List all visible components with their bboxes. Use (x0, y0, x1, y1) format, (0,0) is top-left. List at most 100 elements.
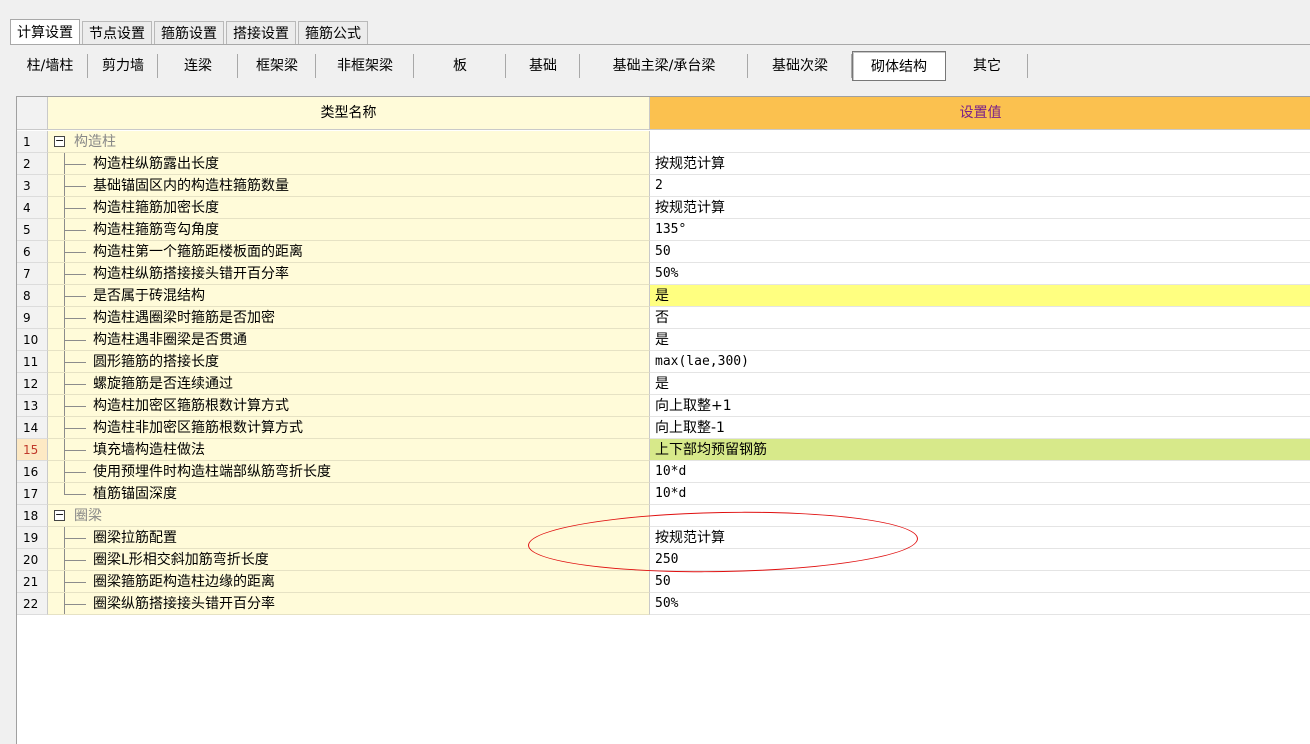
header-setting-value[interactable]: 设置值 (650, 97, 1310, 130)
setting-value-cell[interactable]: 50 (650, 241, 1310, 263)
row-number[interactable]: 8 (17, 285, 48, 307)
setting-value-cell[interactable]: 向上取整+1 (650, 395, 1310, 417)
setting-value-cell[interactable]: 按规范计算 (650, 527, 1310, 549)
setting-value-cell[interactable] (650, 505, 1310, 527)
type-name-cell[interactable]: 螺旋箍筋是否连续通过 (48, 373, 650, 395)
group-row[interactable]: 1− 构造柱 (17, 131, 1310, 153)
subtab-nonframe-beam[interactable]: 非框架梁 (316, 51, 414, 81)
type-name-cell[interactable]: 构造柱纵筋露出长度 (48, 153, 650, 175)
type-name-cell[interactable]: − 构造柱 (48, 131, 650, 153)
setting-value-cell[interactable]: 50 (650, 571, 1310, 593)
subtab-foundation-secondary-beam[interactable]: 基础次梁 (748, 51, 852, 81)
table-row[interactable]: 5 构造柱箍筋弯勾角度 135° (17, 219, 1310, 241)
row-number[interactable]: 11 (17, 351, 48, 373)
setting-value-cell[interactable]: 50% (650, 593, 1310, 615)
setting-value-cell[interactable]: 是 (650, 373, 1310, 395)
row-number[interactable]: 6 (17, 241, 48, 263)
tab-stirrup-formula[interactable]: 箍筋公式 (298, 21, 368, 45)
table-row[interactable]: 17 植筋锚固深度 10*d (17, 483, 1310, 505)
tab-node-settings[interactable]: 节点设置 (82, 21, 152, 45)
table-row[interactable]: 9 构造柱遇圈梁时箍筋是否加密 否 (17, 307, 1310, 329)
setting-value-cell[interactable]: 上下部均预留钢筋 (650, 439, 1310, 461)
setting-value-cell[interactable]: 2 (650, 175, 1310, 197)
type-name-cell[interactable]: 圈梁拉筋配置 (48, 527, 650, 549)
setting-value-cell[interactable]: 按规范计算 (650, 153, 1310, 175)
row-number[interactable]: 3 (17, 175, 48, 197)
subtab-column[interactable]: 柱/墙柱 (12, 51, 88, 81)
row-number[interactable]: 5 (17, 219, 48, 241)
table-row[interactable]: 14 构造柱非加密区箍筋根数计算方式 向上取整-1 (17, 417, 1310, 439)
setting-value-cell[interactable]: 是 (650, 285, 1310, 307)
row-number[interactable]: 9 (17, 307, 48, 329)
table-row[interactable]: 6 构造柱第一个箍筋距楼板面的距离 50 (17, 241, 1310, 263)
row-number[interactable]: 12 (17, 373, 48, 395)
type-name-cell[interactable]: 圈梁纵筋搭接接头错开百分率 (48, 593, 650, 615)
collapse-icon[interactable]: − (54, 509, 65, 521)
row-number[interactable]: 15 (17, 439, 48, 461)
row-number[interactable]: 16 (17, 461, 48, 483)
table-row[interactable]: 16 使用预埋件时构造柱端部纵筋弯折长度 10*d (17, 461, 1310, 483)
setting-value-cell[interactable]: 50% (650, 263, 1310, 285)
setting-value-cell[interactable]: 10*d (650, 483, 1310, 505)
setting-value-cell[interactable]: 135° (650, 219, 1310, 241)
subtab-foundation[interactable]: 基础 (506, 51, 580, 81)
row-number[interactable]: 20 (17, 549, 48, 571)
type-name-cell[interactable]: 圆形箍筋的搭接长度 (48, 351, 650, 373)
type-name-cell[interactable]: 构造柱遇圈梁时箍筋是否加密 (48, 307, 650, 329)
type-name-cell[interactable]: 构造柱箍筋加密长度 (48, 197, 650, 219)
table-row[interactable]: 7 构造柱纵筋搭接接头错开百分率 50% (17, 263, 1310, 285)
type-name-cell[interactable]: 构造柱纵筋搭接接头错开百分率 (48, 263, 650, 285)
subtab-coupling-beam[interactable]: 连梁 (158, 51, 238, 81)
tab-lap-settings[interactable]: 搭接设置 (226, 21, 296, 45)
row-number[interactable]: 17 (17, 483, 48, 505)
table-row[interactable]: 2 构造柱纵筋露出长度 按规范计算 (17, 153, 1310, 175)
type-name-cell[interactable]: 基础锚固区内的构造柱箍筋数量 (48, 175, 650, 197)
setting-value-cell[interactable]: 否 (650, 307, 1310, 329)
row-number[interactable]: 19 (17, 527, 48, 549)
setting-value-cell[interactable]: 10*d (650, 461, 1310, 483)
row-number[interactable]: 4 (17, 197, 48, 219)
tab-calc-settings[interactable]: 计算设置 (10, 19, 80, 45)
table-row[interactable]: 21 圈梁箍筋距构造柱边缘的距离 50 (17, 571, 1310, 593)
row-number[interactable]: 7 (17, 263, 48, 285)
type-name-cell[interactable]: 是否属于砖混结构 (48, 285, 650, 307)
table-row[interactable]: 15 填充墙构造柱做法 上下部均预留钢筋 (17, 439, 1310, 461)
table-row[interactable]: 11 圆形箍筋的搭接长度 max(lae,300) (17, 351, 1310, 373)
table-row[interactable]: 22 圈梁纵筋搭接接头错开百分率 50% (17, 593, 1310, 615)
row-number[interactable]: 1 (17, 131, 48, 153)
type-name-cell[interactable]: 构造柱遇非圈梁是否贯通 (48, 329, 650, 351)
setting-value-cell[interactable] (650, 131, 1310, 153)
type-name-cell[interactable]: 构造柱箍筋弯勾角度 (48, 219, 650, 241)
collapse-icon[interactable]: − (54, 135, 65, 147)
type-name-cell[interactable]: − 圈梁 (48, 505, 650, 527)
type-name-cell[interactable]: 构造柱非加密区箍筋根数计算方式 (48, 417, 650, 439)
row-number[interactable]: 10 (17, 329, 48, 351)
subtab-other[interactable]: 其它 (946, 51, 1028, 81)
type-name-cell[interactable]: 圈梁箍筋距构造柱边缘的距离 (48, 571, 650, 593)
table-row[interactable]: 4 构造柱箍筋加密长度 按规范计算 (17, 197, 1310, 219)
row-number[interactable]: 21 (17, 571, 48, 593)
table-row[interactable]: 12 螺旋箍筋是否连续通过 是 (17, 373, 1310, 395)
row-number[interactable]: 14 (17, 417, 48, 439)
row-number[interactable]: 2 (17, 153, 48, 175)
table-row[interactable]: 19 圈梁拉筋配置 按规范计算 (17, 527, 1310, 549)
type-name-cell[interactable]: 构造柱第一个箍筋距楼板面的距离 (48, 241, 650, 263)
setting-value-cell[interactable]: 按规范计算 (650, 197, 1310, 219)
group-row[interactable]: 18− 圈梁 (17, 505, 1310, 527)
row-number[interactable]: 22 (17, 593, 48, 615)
subtab-frame-beam[interactable]: 框架梁 (238, 51, 316, 81)
table-row[interactable]: 13 构造柱加密区箍筋根数计算方式 向上取整+1 (17, 395, 1310, 417)
setting-value-cell[interactable]: 是 (650, 329, 1310, 351)
subtab-slab[interactable]: 板 (414, 51, 506, 81)
subtab-shear-wall[interactable]: 剪力墙 (88, 51, 158, 81)
tab-stirrup-settings[interactable]: 箍筋设置 (154, 21, 224, 45)
table-row[interactable]: 8 是否属于砖混结构 是 (17, 285, 1310, 307)
setting-value-cell[interactable]: 向上取整-1 (650, 417, 1310, 439)
row-number[interactable]: 18 (17, 505, 48, 527)
table-row[interactable]: 3 基础锚固区内的构造柱箍筋数量 2 (17, 175, 1310, 197)
table-row[interactable]: 10 构造柱遇非圈梁是否贯通 是 (17, 329, 1310, 351)
type-name-cell[interactable]: 圈梁L形相交斜加筋弯折长度 (48, 549, 650, 571)
table-row[interactable]: 20 圈梁L形相交斜加筋弯折长度 250 (17, 549, 1310, 571)
type-name-cell[interactable]: 植筋锚固深度 (48, 483, 650, 505)
header-type-name[interactable]: 类型名称 (48, 97, 650, 130)
